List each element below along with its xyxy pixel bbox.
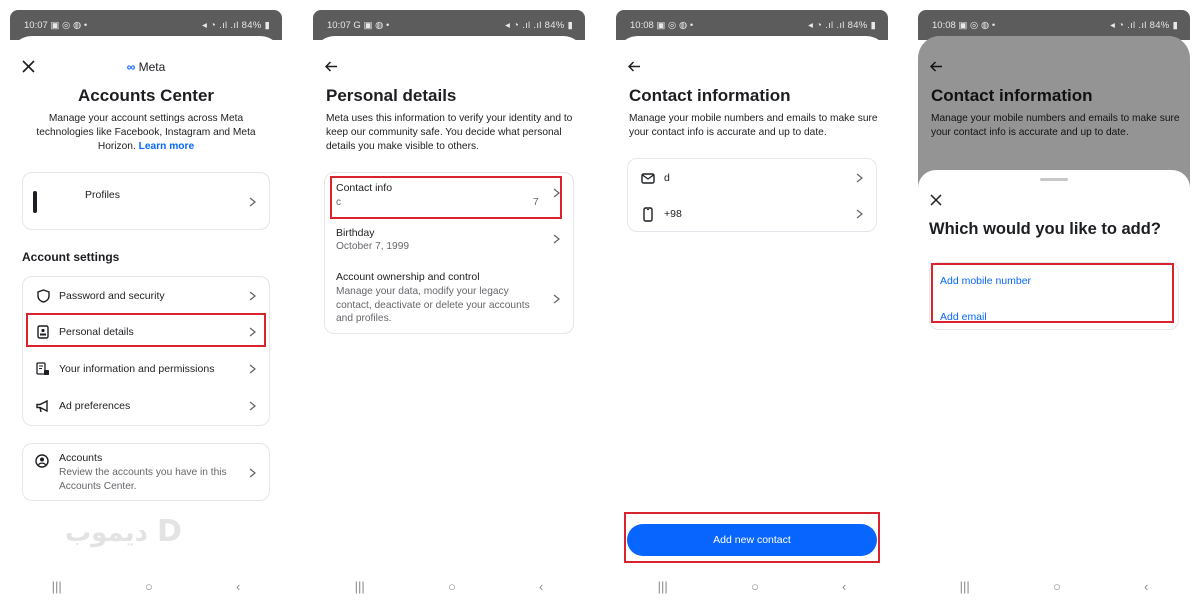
accounts-title: Accounts: [59, 452, 103, 464]
status-icons: ▣ ◎ ◍ •: [958, 19, 996, 31]
phone-add-contact-sheet: 10:08 ▣ ◎ ◍ • ◂ ◔ .ıl .ıl 84% ▮ Contact …: [918, 10, 1190, 606]
accounts-subtitle: Review the accounts you have in this Acc…: [59, 467, 227, 492]
settings-item-label: Ad preferences: [59, 400, 131, 412]
account-settings-title: Account settings: [22, 250, 120, 264]
item-title: Birthday: [336, 227, 375, 239]
status-icons: G ▣ ◍ •: [353, 19, 390, 31]
watermark-d-icon: D: [157, 514, 182, 549]
mail-icon: [640, 170, 656, 186]
status-indicators: ◂ ◔ .ıl .ıl 84% ▮: [1110, 19, 1178, 31]
page-description: Manage your account settings across Meta…: [20, 112, 272, 154]
birthday-item[interactable]: Birthday October 7, 1999: [325, 219, 573, 259]
screen: Contact information Manage your mobile n…: [616, 36, 888, 606]
accounts-card[interactable]: Accounts Review the accounts you have in…: [22, 443, 270, 501]
status-icons: ▣ ◎ ◍ •: [656, 19, 694, 31]
highlight-box: [26, 313, 266, 347]
phone-accounts-center: 10:07 ▣ ◎ ◍ • ◂ ◔ .ıl .ıl 84% ▮ ∞ Meta A…: [10, 10, 282, 606]
settings-item-ad-preferences[interactable]: Ad preferences: [23, 395, 269, 417]
chevron-right-icon: [551, 293, 561, 305]
status-icons: ▣ ◎ ◍ •: [50, 19, 88, 31]
status-time: 10:08: [932, 19, 956, 31]
home-icon[interactable]: ○: [1053, 579, 1061, 594]
chevron-right-icon: [247, 400, 257, 412]
screen: Contact information Manage your mobile n…: [918, 36, 1190, 606]
back-icon[interactable]: ‹: [236, 579, 240, 594]
settings-item-label: Password and security: [59, 290, 165, 302]
screen: ∞ Meta Accounts Center Manage your accou…: [10, 36, 282, 606]
home-icon[interactable]: ○: [145, 579, 153, 594]
close-icon[interactable]: [926, 190, 946, 210]
recent-apps-icon[interactable]: |||: [658, 579, 668, 594]
chevron-right-icon: [854, 208, 864, 220]
page-title: Contact information: [629, 86, 791, 105]
chevron-right-icon: [551, 233, 561, 245]
status-indicators: ◂ ◔ .ıl .ıl 84% ▮: [808, 19, 876, 31]
recent-apps-icon[interactable]: |||: [52, 579, 62, 594]
watermark-logo: دیموب D: [65, 514, 182, 549]
contact-item-email[interactable]: d: [628, 167, 876, 189]
profiles-label: Profiles: [85, 189, 121, 201]
watermark-text: دیموب: [65, 518, 148, 548]
chevron-right-icon: [247, 363, 257, 375]
settings-item-information-permissions[interactable]: Your information and permissions: [23, 358, 269, 380]
settings-card: Password and security Personal details Y…: [22, 276, 270, 426]
contact-item-phone[interactable]: +98: [628, 203, 876, 225]
page-title: Personal details: [326, 86, 457, 105]
chevron-right-icon: [247, 196, 257, 208]
bottom-sheet: Which would you like to add? Add mobile …: [918, 170, 1190, 606]
system-navbar: ||| ○ ‹: [10, 576, 282, 596]
item-value: Manage your data, modify your legacy con…: [336, 286, 530, 324]
back-arrow-icon[interactable]: [624, 56, 644, 76]
home-icon[interactable]: ○: [448, 579, 456, 594]
page-description: Meta uses this information to verify you…: [326, 113, 573, 152]
system-navbar: ||| ○ ‹: [918, 576, 1190, 596]
recent-apps-icon[interactable]: |||: [355, 579, 365, 594]
status-indicators: ◂ ◔ .ıl .ıl 84% ▮: [202, 19, 270, 31]
meta-logo-text: Meta: [138, 60, 166, 74]
profiles-card[interactable]: Profiles: [22, 172, 270, 230]
recent-apps-icon[interactable]: |||: [960, 579, 970, 594]
settings-item-password-security[interactable]: Password and security: [23, 285, 269, 307]
contact-value: d: [664, 172, 670, 184]
highlight-box: [931, 263, 1174, 323]
megaphone-icon: [35, 398, 51, 414]
contact-value: +98: [664, 208, 682, 220]
status-time: 10:07: [24, 19, 48, 31]
chevron-right-icon: [247, 467, 257, 479]
account-ownership-item[interactable]: Account ownership and control Manage you…: [325, 263, 573, 333]
chevron-right-icon: [854, 172, 864, 184]
status-indicators: ◂ ◔ .ıl .ıl 84% ▮: [505, 19, 573, 31]
home-icon[interactable]: ○: [751, 579, 759, 594]
back-icon[interactable]: ‹: [1144, 579, 1148, 594]
back-icon[interactable]: ‹: [539, 579, 543, 594]
back-icon[interactable]: ‹: [842, 579, 846, 594]
shield-icon: [35, 288, 51, 304]
screen: Personal details Meta uses this informat…: [313, 36, 585, 606]
account-circle-icon: [35, 454, 49, 473]
highlight-box: [330, 176, 562, 219]
meta-logo: ∞ Meta: [10, 60, 282, 74]
system-navbar: ||| ○ ‹: [313, 576, 585, 596]
system-navbar: ||| ○ ‹: [616, 576, 888, 596]
item-title: Account ownership and control: [336, 271, 480, 283]
info-lock-icon: [35, 361, 51, 377]
item-value: October 7, 1999: [336, 241, 410, 252]
settings-item-label: Your information and permissions: [59, 363, 215, 375]
phone-personal-details: 10:07 G ▣ ◍ • ◂ ◔ .ıl .ıl 84% ▮ Personal…: [313, 10, 585, 606]
sheet-handle[interactable]: [1040, 178, 1068, 181]
meta-infinity-icon: ∞: [126, 60, 136, 74]
contacts-card: d +98: [627, 158, 877, 232]
phone-contact-information: 10:08 ▣ ◎ ◍ • ◂ ◔ .ıl .ıl 84% ▮ Contact …: [616, 10, 888, 606]
status-time: 10:08: [630, 19, 654, 31]
highlight-box: [624, 512, 880, 563]
back-arrow-icon[interactable]: [321, 56, 341, 76]
phone-icon: [640, 206, 656, 222]
status-time: 10:07: [327, 19, 351, 31]
sheet-title: Which would you like to add?: [929, 220, 1161, 238]
page-description: Manage your mobile numbers and emails to…: [629, 113, 878, 138]
page-title: Accounts Center: [77, 86, 215, 105]
avatar: [33, 191, 37, 213]
chevron-right-icon: [247, 290, 257, 302]
learn-more-link[interactable]: Learn more: [139, 141, 194, 152]
